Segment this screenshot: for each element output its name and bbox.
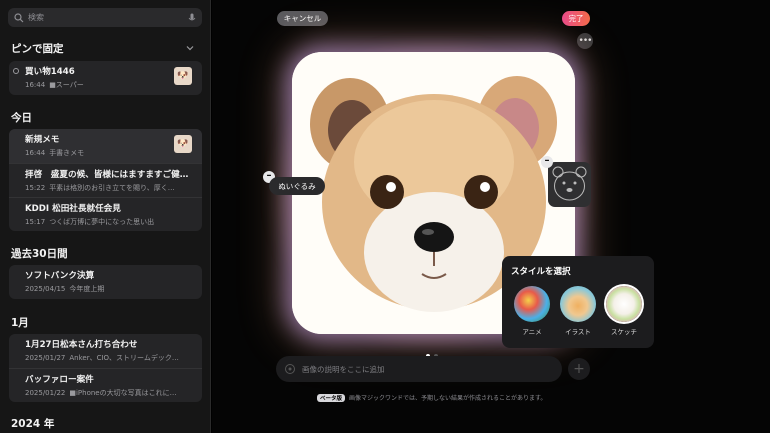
note-thumbnail: 🐶: [174, 67, 192, 85]
note-preview: つくば万博に夢中になった思い出: [49, 218, 155, 226]
note-item[interactable]: 買い物1446 16:44 ■スーパー 🐶: [9, 61, 202, 95]
illustration-style-icon: [560, 286, 596, 322]
image-editor: キャンセル 完了 ••• – ぬいぐるみ – スタイルを選択 アニメ イラスト …: [212, 0, 770, 433]
note-item[interactable]: 新規メモ 16:44 手書きメモ 🐶: [9, 129, 202, 163]
chevron-down-icon[interactable]: [186, 44, 194, 52]
sketch-style-icon: [606, 286, 642, 322]
note-preview: ■スーパー: [49, 81, 84, 89]
note-item[interactable]: 拝啓 盛夏の候、皆様にはますますご健… 15:22 平素は格別のお引き立てを賜り、…: [9, 163, 202, 197]
concept-chip[interactable]: ぬいぐるみ: [269, 177, 325, 195]
prompt-placeholder: 画像の説明をここに追加: [302, 364, 385, 374]
style-picker: スタイルを選択 アニメ イラスト スケッチ: [502, 256, 654, 348]
section-title-2024: 2024 年: [11, 418, 55, 430]
today-notes-card: 新規メモ 16:44 手書きメモ 🐶 拝啓 盛夏の候、皆様にはますますご健… 15…: [9, 129, 202, 231]
anime-style-icon: [514, 286, 550, 322]
pin-icon: [13, 68, 19, 74]
disclaimer: ベータ版 画像マジックワンドでは、予期しない結果が作成されることがあります。: [317, 393, 546, 402]
pinned-notes-card: 買い物1446 16:44 ■スーパー 🐶: [9, 61, 202, 95]
section-title-january: 1月: [11, 317, 29, 329]
note-title: ソフトバンク決算: [25, 271, 95, 281]
section-title-today: 今日: [11, 112, 32, 124]
note-time: 16:44: [25, 81, 46, 89]
remove-sketch-button[interactable]: –: [541, 156, 553, 168]
note-preview: ■iPhoneの大切な写真はこれに…: [69, 389, 177, 397]
note-title: 新規メモ: [25, 135, 60, 145]
style-option-sketch[interactable]: スケッチ: [605, 286, 643, 336]
sketch-source-thumbnail[interactable]: [548, 162, 591, 207]
sidebar: 検索 ピンで固定 買い物1446 16:44 ■スーパー 🐶 今日 新規メモ 16…: [0, 0, 211, 433]
note-time: 2025/04/15: [25, 285, 66, 293]
style-option-label: アニメ: [522, 328, 542, 336]
microphone-icon[interactable]: [188, 13, 196, 23]
note-title: 1月27日松本さん打ち合わせ: [25, 340, 138, 350]
note-item[interactable]: ソフトバンク決算 2025/04/15 今年度上期: [9, 265, 202, 299]
style-picker-title: スタイルを選択: [511, 267, 571, 277]
magic-sparkle-icon: [285, 364, 295, 374]
note-title: 買い物1446: [25, 67, 75, 77]
note-item[interactable]: 1月27日松本さん打ち合わせ 2025/01/27 Anker、CIO、ストリーム…: [9, 334, 202, 368]
style-option-label: イラスト: [565, 328, 591, 336]
cancel-button[interactable]: キャンセル: [277, 11, 328, 26]
note-item[interactable]: バッファロー案件 2025/01/22 ■iPhoneの大切な写真はこれに…: [9, 368, 202, 402]
ellipsis-icon[interactable]: •••: [577, 33, 593, 49]
style-option-label: スケッチ: [611, 328, 637, 336]
search-field[interactable]: 検索: [8, 8, 202, 27]
past30-notes-card: ソフトバンク決算 2025/04/15 今年度上期: [9, 265, 202, 299]
note-title: バッファロー案件: [25, 375, 94, 385]
search-icon: [14, 12, 24, 22]
disclaimer-text: 画像マジックワンドでは、予期しない結果が作成されることがあります。: [349, 395, 547, 402]
add-button[interactable]: +: [568, 358, 590, 380]
sketch-bear-icon: [552, 166, 587, 201]
search-placeholder: 検索: [28, 13, 44, 22]
note-preview: Anker、CIO、ストリームデック…: [69, 354, 179, 362]
section-title-pinned: ピンで固定: [11, 43, 64, 55]
note-title: 拝啓 盛夏の候、皆様にはますますご健…: [25, 170, 189, 180]
beta-badge: ベータ版: [317, 394, 346, 402]
note-preview: 今年度上期: [69, 285, 105, 293]
note-time: 16:44: [25, 149, 46, 157]
note-title: KDDI 松田社長就任会見: [25, 204, 121, 214]
note-thumbnail: 🐶: [174, 135, 192, 153]
note-preview: 平素は格別のお引き立てを賜り、厚く…: [49, 184, 175, 192]
january-notes-card: 1月27日松本さん打ち合わせ 2025/01/27 Anker、CIO、ストリーム…: [9, 334, 202, 402]
note-time: 2025/01/27: [25, 354, 66, 362]
note-time: 15:22: [25, 184, 46, 192]
note-preview: 手書きメモ: [49, 149, 85, 157]
style-option-anime[interactable]: アニメ: [513, 286, 551, 336]
section-title-past30: 過去30日間: [11, 248, 68, 260]
note-time: 2025/01/22: [25, 389, 66, 397]
note-item[interactable]: KDDI 松田社長就任会見 15:17 つくば万博に夢中になった思い出: [9, 197, 202, 231]
done-button[interactable]: 完了: [562, 11, 590, 26]
note-time: 15:17: [25, 218, 46, 226]
prompt-input[interactable]: 画像の説明をここに追加: [276, 356, 562, 382]
style-option-illustration[interactable]: イラスト: [559, 286, 597, 336]
